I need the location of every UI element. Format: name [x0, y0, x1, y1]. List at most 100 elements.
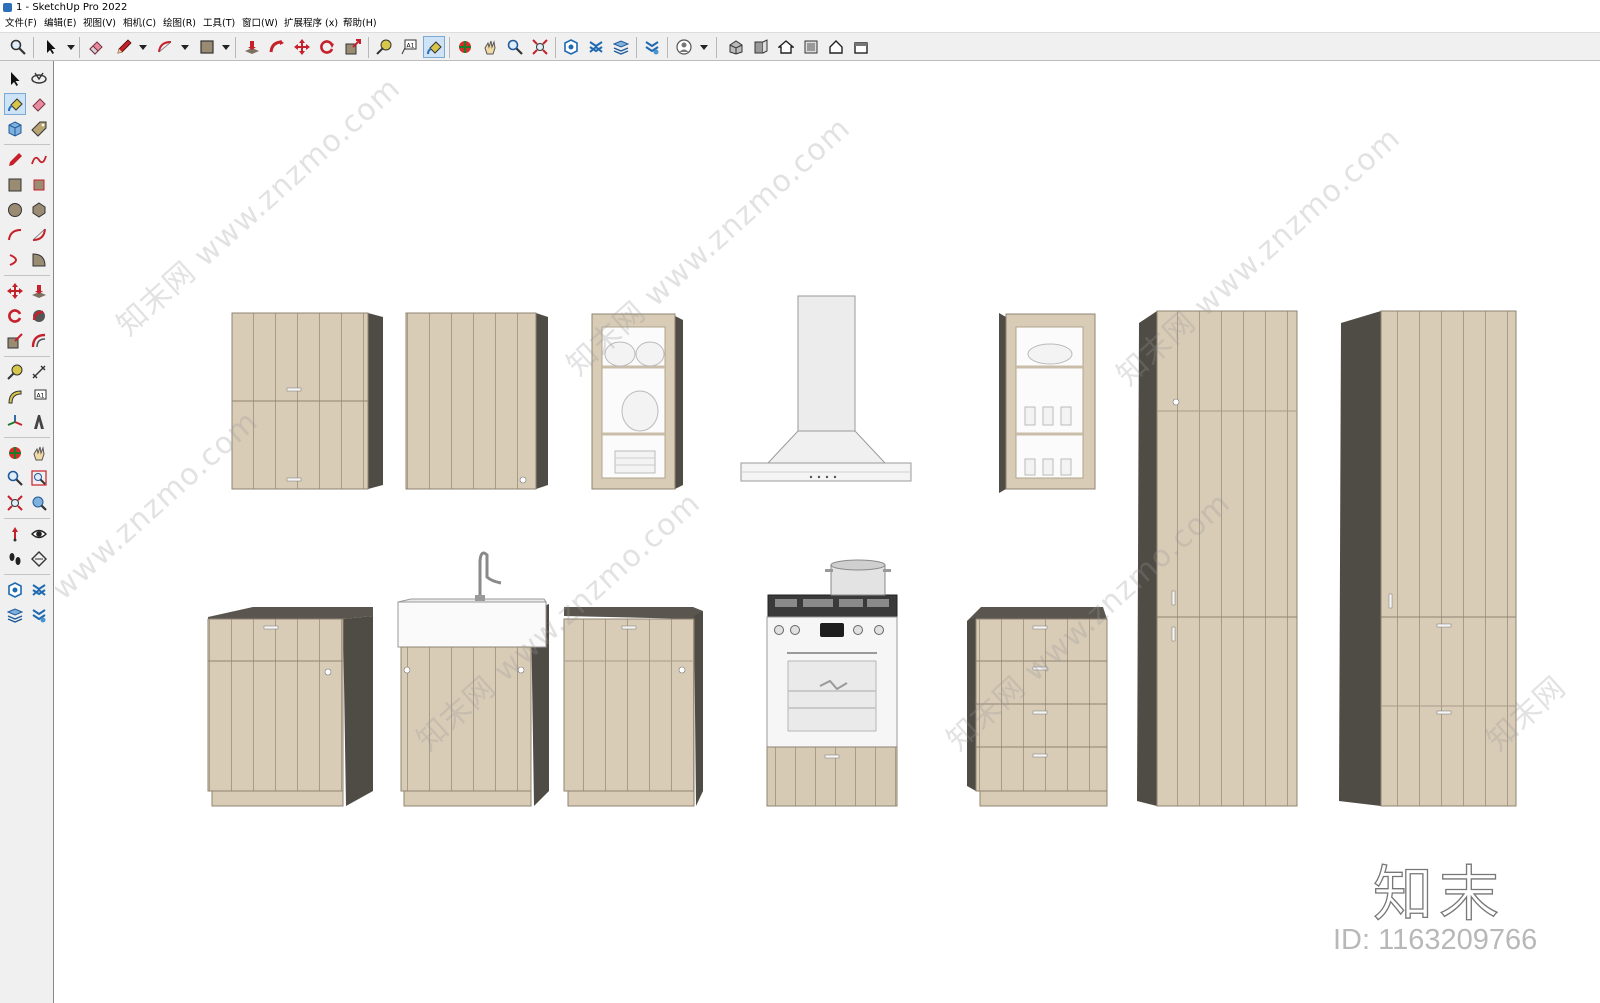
- extension-warehouse-button[interactable]: [585, 36, 607, 58]
- previous-view-button[interactable]: [28, 492, 50, 514]
- menu-draw[interactable]: 绘图(R): [161, 15, 198, 32]
- orbit-nav-tool-button[interactable]: [4, 442, 26, 464]
- component-icon: [8, 121, 22, 137]
- brand-logo: 知末: [1372, 859, 1505, 930]
- profile-dropdown-arrow[interactable]: [700, 45, 708, 50]
- pie-tool-button[interactable]: [28, 249, 50, 271]
- gas-stove-oven: [766, 559, 898, 807]
- orbit-tool-button[interactable]: [28, 68, 50, 90]
- top-view-button[interactable]: [800, 36, 822, 58]
- rotate-tool-button[interactable]: [316, 36, 338, 58]
- zoom-window-tool-button[interactable]: [28, 467, 50, 489]
- polygon-tool-button[interactable]: [28, 199, 50, 221]
- two-point-arc-icon: [32, 228, 46, 241]
- tag-tool-button[interactable]: [28, 118, 50, 140]
- menu-view[interactable]: 视图(V): [81, 15, 118, 32]
- warehouse-tool-button[interactable]: [4, 579, 26, 601]
- arc-tool-button[interactable]: [154, 36, 176, 58]
- menu-help[interactable]: 帮助(H): [341, 15, 379, 32]
- position-camera-button[interactable]: [4, 523, 26, 545]
- paint-tool-button[interactable]: [423, 36, 445, 58]
- orbit-icon: [459, 41, 471, 53]
- menu-edit[interactable]: 编辑(E): [42, 15, 78, 32]
- iso-view-button[interactable]: [725, 36, 747, 58]
- move-tool-button[interactable]: [291, 36, 313, 58]
- look-around-button[interactable]: [28, 523, 50, 545]
- eraser-icon: [89, 41, 103, 55]
- scale-icon: [7, 333, 23, 349]
- house-view-button[interactable]: [825, 36, 847, 58]
- protractor-tool-button[interactable]: [4, 386, 26, 408]
- layers-tool-button[interactable]: [4, 604, 26, 626]
- paint-tool-button[interactable]: [4, 93, 26, 115]
- pan-tool-button[interactable]: [28, 442, 50, 464]
- move-tool-button[interactable]: [4, 280, 26, 302]
- text-tool-button[interactable]: A1: [28, 386, 50, 408]
- two-point-arc-tool-button[interactable]: [28, 224, 50, 246]
- extension-warehouse-button[interactable]: [28, 579, 50, 601]
- three-point-arc-tool-button[interactable]: [4, 249, 26, 271]
- select-tool-button[interactable]: [40, 36, 62, 58]
- 3d-text-tool-button[interactable]: [28, 411, 50, 433]
- tape-tool-button[interactable]: [4, 361, 26, 383]
- rectangle-tool-button[interactable]: [196, 36, 218, 58]
- followme-icon: [269, 40, 284, 53]
- arc-tool-button[interactable]: [4, 224, 26, 246]
- rectangle-icon: [8, 178, 22, 192]
- warehouse-tool-button[interactable]: [560, 36, 582, 58]
- orbit-tool-button[interactable]: [454, 36, 476, 58]
- zoom-tool-button[interactable]: [4, 467, 26, 489]
- followme-tool-button[interactable]: [28, 305, 50, 327]
- sketchup-app-icon: [3, 3, 12, 12]
- walk-button[interactable]: [4, 548, 26, 570]
- tape-tool-button[interactable]: [373, 36, 395, 58]
- pushpull-tool-button[interactable]: [241, 36, 263, 58]
- component-tool-button[interactable]: [4, 118, 26, 140]
- front-view-button[interactable]: [750, 36, 772, 58]
- circle-tool-button[interactable]: [4, 199, 26, 221]
- eraser-tool-button[interactable]: [85, 36, 107, 58]
- zoom-tool-button[interactable]: [7, 36, 29, 58]
- pencil-tool-button[interactable]: [113, 36, 135, 58]
- home-view-button[interactable]: [775, 36, 797, 58]
- rotate-tool-button[interactable]: [4, 305, 26, 327]
- shape-dropdown-arrow[interactable]: [222, 45, 230, 50]
- followme-tool-button[interactable]: [266, 36, 288, 58]
- select-tool-button[interactable]: [4, 68, 26, 90]
- rotated-rectangle-tool-button[interactable]: [28, 174, 50, 196]
- freehand-icon: [31, 155, 47, 165]
- scale-icon: [345, 39, 361, 55]
- menu-file[interactable]: 文件(F): [3, 15, 39, 32]
- line-tool-button[interactable]: [4, 149, 26, 171]
- select-dropdown-arrow[interactable]: [67, 45, 75, 50]
- offset-tool-button[interactable]: [28, 330, 50, 352]
- zoom-extents-tool-button[interactable]: [529, 36, 551, 58]
- sandbox-tool-button[interactable]: [28, 604, 50, 626]
- menu-camera[interactable]: 相机(C): [121, 15, 158, 32]
- menu-window[interactable]: 窗口(W): [240, 15, 280, 32]
- profile-button[interactable]: [673, 36, 695, 58]
- arc-dropdown-arrow[interactable]: [181, 45, 189, 50]
- back-view-button[interactable]: [850, 36, 872, 58]
- freehand-tool-button[interactable]: [28, 149, 50, 171]
- scale-tool-button[interactable]: [4, 330, 26, 352]
- section-plane-button[interactable]: [28, 548, 50, 570]
- pan-tool-button[interactable]: [479, 36, 501, 58]
- scale-tool-button[interactable]: [342, 36, 364, 58]
- zoom-extents-tool-button[interactable]: [4, 492, 26, 514]
- followme-icon: [32, 310, 45, 322]
- axes-tool-button[interactable]: [4, 411, 26, 433]
- pushpull-tool-button[interactable]: [28, 280, 50, 302]
- menu-tools[interactable]: 工具(T): [201, 15, 237, 32]
- menu-extensions[interactable]: 扩展程序 (x): [282, 15, 340, 32]
- eraser-tool-button[interactable]: [28, 93, 50, 115]
- dimension-tool-button[interactable]: [28, 361, 50, 383]
- layers-tool-button[interactable]: [610, 36, 632, 58]
- rectangle-tool-button[interactable]: [4, 174, 26, 196]
- model-viewport[interactable]: 知末网 www.znzmo.com 知末网 www.znzmo.com 知末网 …: [55, 61, 1600, 1003]
- zoom-window-tool-button[interactable]: [504, 36, 526, 58]
- pencil-dropdown-arrow[interactable]: [139, 45, 147, 50]
- sandbox-tool-button[interactable]: [641, 36, 663, 58]
- menu-bar: 文件(F) 编辑(E) 视图(V) 相机(C) 绘图(R) 工具(T) 窗口(W…: [0, 15, 1600, 32]
- text-tool-button[interactable]: A1: [398, 36, 420, 58]
